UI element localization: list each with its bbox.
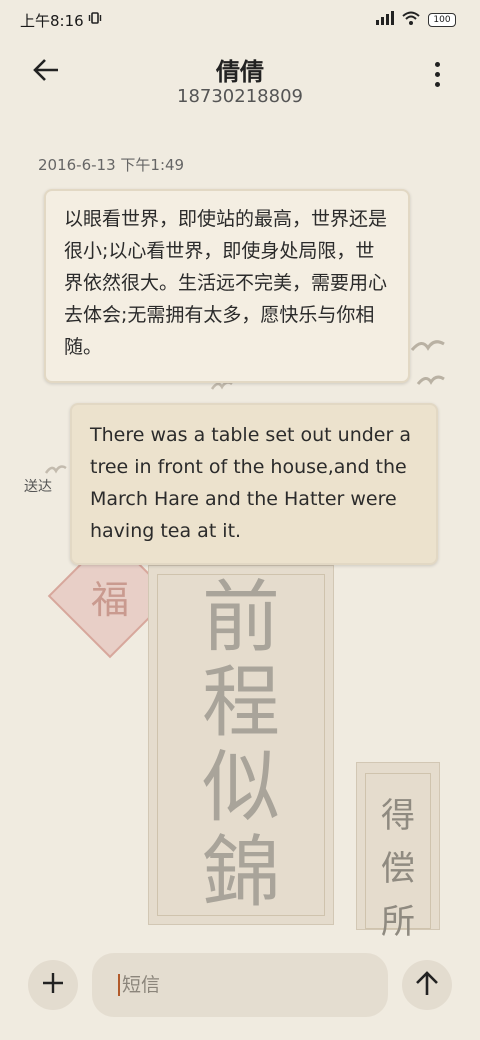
contact-phone: 18730218809: [177, 86, 303, 107]
message-input[interactable]: [122, 974, 362, 996]
status-left: 上午8:16: [20, 10, 102, 31]
conversation-header: 倩倩 18730218809: [0, 44, 480, 114]
contact-name: 倩倩: [216, 58, 264, 86]
plus-icon: [41, 971, 65, 999]
bird-decoration-icon: [416, 374, 446, 395]
text-caret: [118, 974, 120, 996]
more-vertical-icon-dot: [434, 81, 440, 87]
outgoing-message-bubble[interactable]: There was a table set out under a tree i…: [70, 403, 438, 565]
incoming-message-bubble[interactable]: 以眼看世界，即使站的最高，世界还是很小;以心看世界，即使身处局限，世界依然很大。…: [44, 189, 410, 383]
more-vertical-icon-dot: [434, 61, 440, 67]
calligraphy-char: 程: [201, 657, 280, 748]
send-button[interactable]: [402, 960, 452, 1010]
wifi-icon: [402, 11, 420, 29]
signal-icon: [376, 11, 394, 29]
calligraphy-char: 錦: [201, 827, 280, 918]
calligraphy-char: 似: [201, 742, 280, 833]
bird-decoration-icon: [410, 338, 446, 361]
add-attachment-button[interactable]: [28, 960, 78, 1010]
calligraphy-char: 所: [381, 902, 415, 942]
fortune-diamond-char: 福: [90, 577, 129, 622]
calligraphy-scroll-side-inner: 得 偿 所: [365, 773, 431, 942]
status-right: 100: [376, 11, 456, 29]
arrow-up-icon: [415, 970, 439, 1000]
calligraphy-scroll-main: 前 程 似 錦: [148, 565, 334, 925]
more-options-button[interactable]: [424, 54, 450, 94]
delivery-status: 送达: [24, 479, 52, 495]
message-input-container[interactable]: [92, 953, 388, 1017]
battery-icon: 100: [428, 13, 456, 27]
message-text: There was a table set out under a tree i…: [90, 424, 411, 542]
calligraphy-char: 前: [201, 572, 280, 663]
status-time: 上午8:16: [20, 11, 84, 30]
message-text: 以眼看世界，即使站的最高，世界还是很小;以心看世界，即使身处局限，世界依然很大。…: [64, 208, 388, 358]
more-vertical-icon-dot: [434, 71, 440, 77]
calligraphy-char: 偿: [381, 849, 415, 889]
status-bar: 上午8:16 100: [0, 0, 480, 40]
calligraphy-scroll-side: 得 偿 所: [356, 762, 440, 942]
vibrate-icon: [88, 11, 102, 29]
calligraphy-char: 得: [381, 796, 415, 836]
message-timestamp: 2016-6-13 下午1:49: [38, 156, 185, 174]
calligraphy-scroll-main-inner: 前 程 似 錦: [157, 574, 325, 916]
